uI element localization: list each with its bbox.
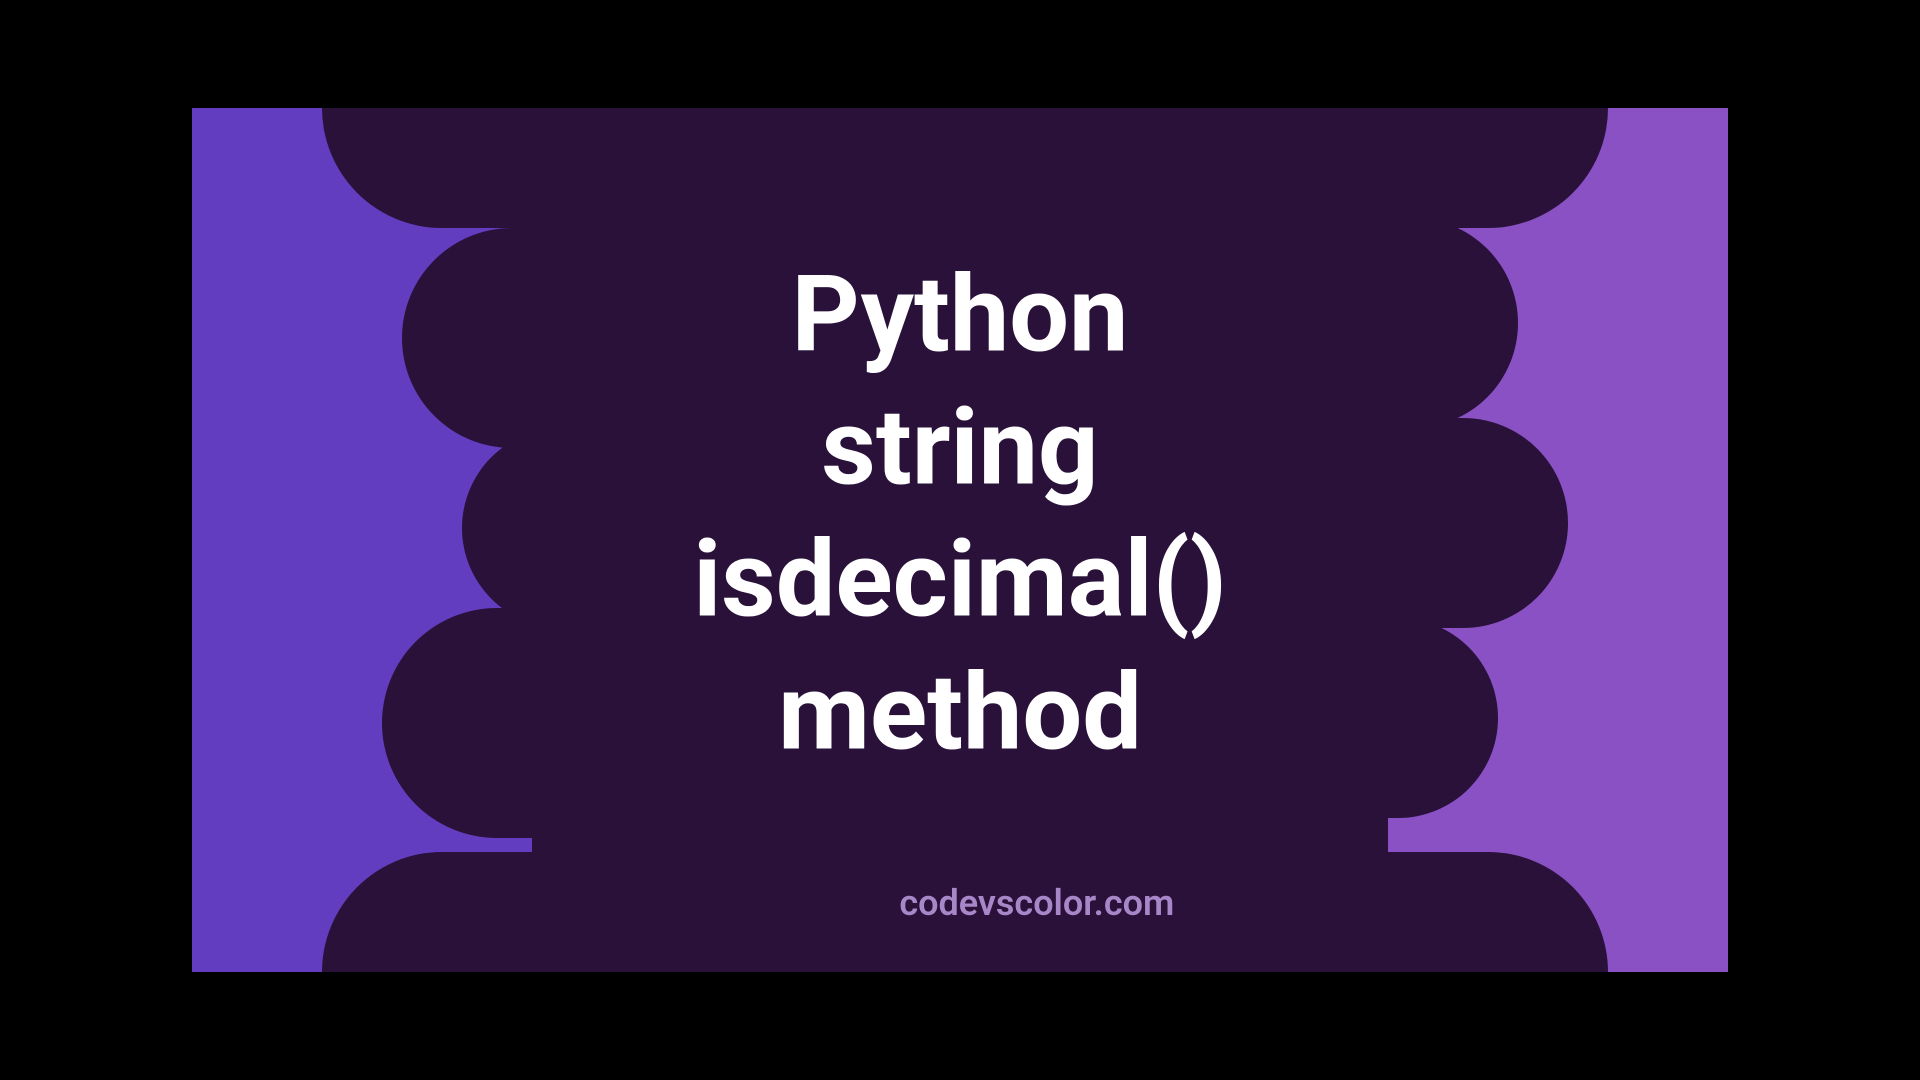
banner-title: Python string isdecimal() method: [693, 249, 1227, 779]
banner-canvas: Python string isdecimal() method codevsc…: [192, 108, 1728, 972]
watermark-text: codevscolor.com: [899, 882, 1174, 924]
